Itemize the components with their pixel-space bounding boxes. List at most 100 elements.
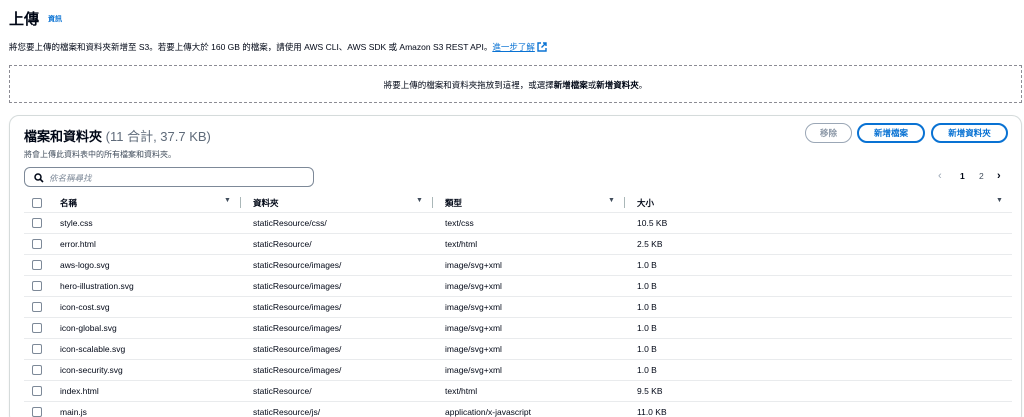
drop-zone-text: 將要上傳的檔案和資料夾拖放到這裡，或選擇新增檔案或新增資料夾。 (10, 79, 1021, 91)
page-2-button[interactable]: 2 (979, 171, 984, 181)
cell-size: 1.0 B (637, 302, 657, 312)
cell-folder: staticResource/images/ (253, 302, 342, 312)
cell-name: hero-illustration.svg (60, 281, 134, 291)
chevron-right-icon[interactable]: › (997, 170, 1001, 182)
row-checkbox[interactable] (32, 281, 42, 291)
row-checkbox[interactable] (32, 365, 42, 375)
drop-zone-add-folder: 新增資料夾 (596, 80, 639, 90)
cell-type: image/svg+xml (445, 365, 502, 375)
row-checkbox[interactable] (32, 344, 42, 354)
cell-folder: staticResource/ (253, 386, 312, 396)
drop-zone-instruction: 將要上傳的檔案和資料夾拖放到這裡，或選擇 (383, 80, 554, 90)
table-row[interactable]: hero-illustration.svg staticResource/imag… (24, 276, 1012, 297)
search-field[interactable] (24, 167, 314, 187)
drop-zone-period: 。 (638, 80, 648, 90)
table-row[interactable]: style.css staticResource/css/text/css 10.5… (24, 213, 1012, 234)
row-checkbox[interactable] (32, 407, 42, 417)
cell-size: 1.0 B (637, 323, 657, 333)
cell-folder: staticResource/images/ (253, 281, 342, 291)
cell-name: icon-scalable.svg (60, 344, 126, 354)
table-body: style.css staticResource/css/text/css 10.5… (24, 213, 1012, 417)
panel-title: 檔案和資料夾 (11 合計, 37.7 KB) (24, 126, 211, 145)
table-row[interactable]: icon-scalable.svg staticResource/images/i… (24, 339, 1012, 360)
cell-size: 2.5 KB (637, 239, 663, 249)
panel-title-text: 檔案和資料夾 (24, 129, 103, 144)
column-divider[interactable] (432, 197, 433, 208)
cell-type: image/svg+xml (445, 302, 502, 312)
cell-size: 10.5 KB (637, 218, 668, 228)
sort-caret-icon[interactable]: ▼ (224, 197, 231, 204)
cell-size: 1.0 B (637, 260, 657, 270)
column-divider[interactable] (240, 197, 241, 208)
cell-type: application/x-javascript (445, 407, 531, 417)
panel-description: 將會上傳此資料表中的所有檔案和資料夾。 (24, 150, 176, 159)
add-files-button[interactable]: 新增檔案 (857, 123, 925, 143)
cell-size: 1.0 B (637, 344, 657, 354)
sort-caret-icon[interactable]: ▼ (608, 197, 615, 204)
table-row[interactable]: main.js staticResource/js/application/x-j… (24, 402, 1012, 417)
cell-name: icon-global.svg (60, 323, 117, 333)
external-link-icon[interactable] (537, 42, 547, 54)
learn-more-link[interactable]: 進一步了解 (492, 42, 535, 52)
column-header-folder[interactable]: 資料夾 (253, 197, 279, 209)
sort-caret-icon[interactable]: ▼ (996, 197, 1003, 204)
table-row[interactable]: icon-security.svg staticResource/images/i… (24, 360, 1012, 381)
row-checkbox[interactable] (32, 323, 42, 333)
cell-type: image/svg+xml (445, 281, 502, 291)
cell-folder: staticResource/images/ (253, 260, 342, 270)
cell-name: index.html (60, 386, 99, 396)
panel-count: (11 合計, 37.7 KB) (105, 129, 211, 144)
drop-zone-add-files: 新增檔案 (553, 80, 588, 90)
drop-zone[interactable]: 將要上傳的檔案和資料夾拖放到這裡，或選擇新增檔案或新增資料夾。 (9, 65, 1022, 103)
cell-folder: staticResource/images/ (253, 323, 342, 333)
cell-name: style.css (60, 218, 93, 228)
cell-name: main.js (60, 407, 87, 417)
row-checkbox[interactable] (32, 386, 42, 396)
cell-type: image/svg+xml (445, 344, 502, 354)
row-checkbox[interactable] (32, 239, 42, 249)
cell-folder: staticResource/images/ (253, 344, 342, 354)
column-header-size[interactable]: 大小 (637, 197, 654, 209)
column-header-type[interactable]: 類型 (445, 197, 462, 209)
cell-name: icon-cost.svg (60, 302, 110, 312)
cell-name: icon-security.svg (60, 365, 123, 375)
cell-size: 1.0 B (637, 365, 657, 375)
remove-button[interactable]: 移除 (805, 123, 852, 143)
upload-description: 將您要上傳的檔案和資料夾新增至 S3。若要上傳大於 160 GB 的檔案，請使用… (9, 41, 547, 54)
search-input[interactable] (49, 171, 309, 184)
cell-folder: staticResource/ (253, 239, 312, 249)
cell-size: 11.0 KB (637, 407, 667, 417)
cell-name: error.html (60, 239, 96, 249)
drop-zone-or: 或 (587, 80, 597, 90)
page-title: 上傳 (9, 11, 40, 28)
cell-size: 1.0 B (637, 281, 657, 291)
description-text: 將您要上傳的檔案和資料夾新增至 S3。若要上傳大於 160 GB 的檔案，請使用… (9, 42, 493, 52)
column-divider[interactable] (624, 197, 625, 208)
row-checkbox[interactable] (32, 218, 42, 228)
add-folder-button[interactable]: 新增資料夾 (931, 123, 1008, 143)
files-table: 名稱 ▼ 資料夾 ▼ 類型 ▼ 大小 ▼ style.css staticReso… (24, 193, 1012, 417)
cell-type: text/html (445, 386, 478, 396)
column-header-name[interactable]: 名稱 (60, 197, 77, 209)
info-link[interactable]: 資訊 (48, 14, 62, 24)
cell-type: image/svg+xml (445, 260, 502, 270)
cell-type: text/css (445, 218, 474, 228)
table-row[interactable]: icon-global.svg staticResource/images/ima… (24, 318, 1012, 339)
cell-name: aws-logo.svg (60, 260, 110, 270)
cell-folder: staticResource/images/ (253, 365, 342, 375)
pagination: ‹ 1 2 › (938, 170, 1010, 184)
select-all-checkbox[interactable] (32, 198, 42, 208)
table-row[interactable]: icon-cost.svg staticResource/images/image… (24, 297, 1012, 318)
cell-type: image/svg+xml (445, 323, 502, 333)
row-checkbox[interactable] (32, 260, 42, 270)
table-row[interactable]: index.html staticResource/text/html 9.5 KB (24, 381, 1012, 402)
chevron-left-icon[interactable]: ‹ (938, 170, 942, 182)
page-1-button[interactable]: 1 (960, 171, 965, 181)
table-header: 名稱 ▼ 資料夾 ▼ 類型 ▼ 大小 ▼ (24, 193, 1012, 213)
table-row[interactable]: error.html staticResource/text/html 2.5 KB (24, 234, 1012, 255)
cell-folder: staticResource/js/ (253, 407, 321, 417)
row-checkbox[interactable] (32, 302, 42, 312)
sort-caret-icon[interactable]: ▼ (416, 197, 423, 204)
table-row[interactable]: aws-logo.svg staticResource/images/image/… (24, 255, 1012, 276)
search-icon (34, 173, 44, 185)
